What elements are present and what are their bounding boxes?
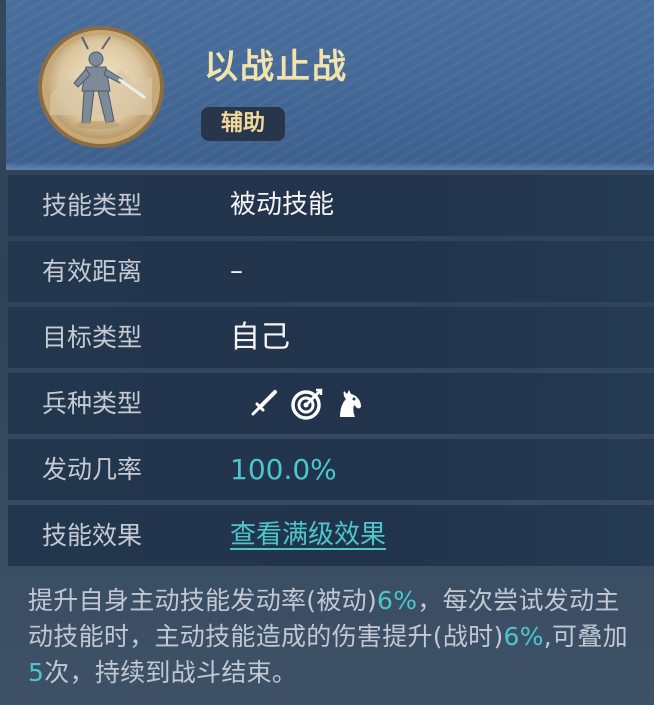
skill-description: 提升自身主动技能发动率(被动)6%，每次尝试发动主动技能时，主动技能造成的伤害提…	[28, 583, 638, 691]
skill-title: 以战止战	[204, 47, 348, 87]
row-effective-range: 有效距离 –	[8, 241, 654, 302]
horse-icon	[340, 390, 361, 417]
row-skill-effect: 技能效果 查看满级效果	[8, 505, 654, 566]
row-trigger-chance: 发动几率 100.0%	[8, 439, 654, 500]
row-label: 技能效果	[42, 521, 143, 550]
row-label: 发动几率	[42, 455, 143, 484]
desc-highlight: 6%	[377, 586, 418, 615]
desc-text: 提升自身主动技能发动率(被动)	[28, 586, 378, 615]
trigger-chance-value: 100.0%	[230, 453, 337, 486]
row-label: 有效距离	[42, 257, 143, 286]
desc-text: ,可叠加	[543, 622, 628, 651]
row-target-type: 目标类型 自己	[8, 307, 654, 368]
skill-header: 以战止战 辅助	[6, 0, 654, 170]
view-max-level-effect-link[interactable]: 查看满级效果	[230, 505, 386, 566]
desc-highlight: 6%	[503, 622, 544, 651]
row-skill-type: 技能类型 被动技能	[8, 175, 654, 236]
bow-target-icon	[291, 388, 323, 420]
desc-text: 次，持续到战斗结束。	[44, 658, 298, 687]
row-label: 兵种类型	[42, 389, 143, 418]
skill-attribute-list: 技能类型 被动技能 有效距离 – 目标类型 自己 兵种类型 发动几率 100.0…	[8, 175, 654, 571]
row-label: 目标类型	[42, 323, 143, 352]
sword-icon	[251, 390, 277, 416]
row-troop-type: 兵种类型	[8, 373, 654, 434]
row-label: 技能类型	[42, 191, 143, 220]
row-value: 被动技能	[230, 190, 335, 220]
row-value: 自己	[230, 320, 290, 355]
desc-highlight: 5	[28, 658, 45, 687]
skill-detail-panel: 以战止战 辅助 技能类型 被动技能 有效距离 – 目标类型 自己 兵种类型 发动…	[0, 0, 654, 705]
skill-tag-badge: 辅助	[201, 107, 285, 141]
skill-portrait-icon	[38, 26, 164, 148]
row-value: –	[230, 256, 243, 286]
